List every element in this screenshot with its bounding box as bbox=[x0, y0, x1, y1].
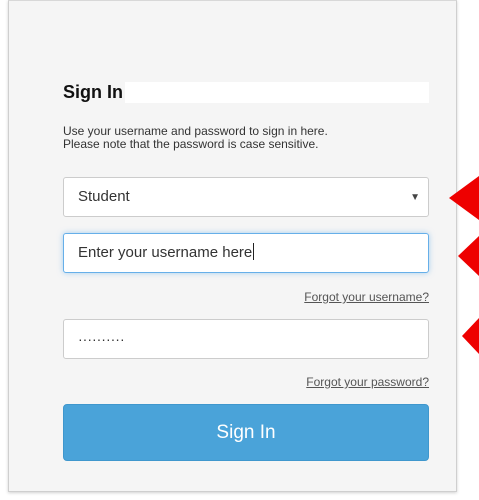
red-arrow-annotation-password bbox=[462, 318, 479, 354]
role-select-value: Student bbox=[78, 188, 130, 205]
role-select[interactable]: Student ▼ bbox=[63, 177, 429, 217]
password-input-value: ·········· bbox=[78, 331, 125, 347]
forgot-password-link[interactable]: Forgot your password? bbox=[306, 375, 429, 389]
page-title: Sign In bbox=[63, 81, 125, 103]
password-input[interactable]: ·········· bbox=[63, 319, 429, 359]
sign-in-button[interactable]: Sign In bbox=[63, 404, 429, 461]
forgot-username-link[interactable]: Forgot your username? bbox=[304, 290, 429, 304]
red-arrow-tail bbox=[474, 190, 479, 206]
text-cursor bbox=[253, 243, 255, 260]
instructions: Use your username and password to sign i… bbox=[63, 125, 433, 151]
instruction-line-2: Please note that the password is case se… bbox=[63, 137, 319, 151]
chevron-down-icon: ▼ bbox=[410, 192, 420, 203]
red-arrow-annotation-username bbox=[458, 236, 479, 276]
page: Sign In Use your username and password t… bbox=[0, 0, 479, 500]
username-input-value: Enter your username here bbox=[78, 244, 253, 261]
username-input[interactable]: Enter your username here bbox=[63, 233, 429, 273]
